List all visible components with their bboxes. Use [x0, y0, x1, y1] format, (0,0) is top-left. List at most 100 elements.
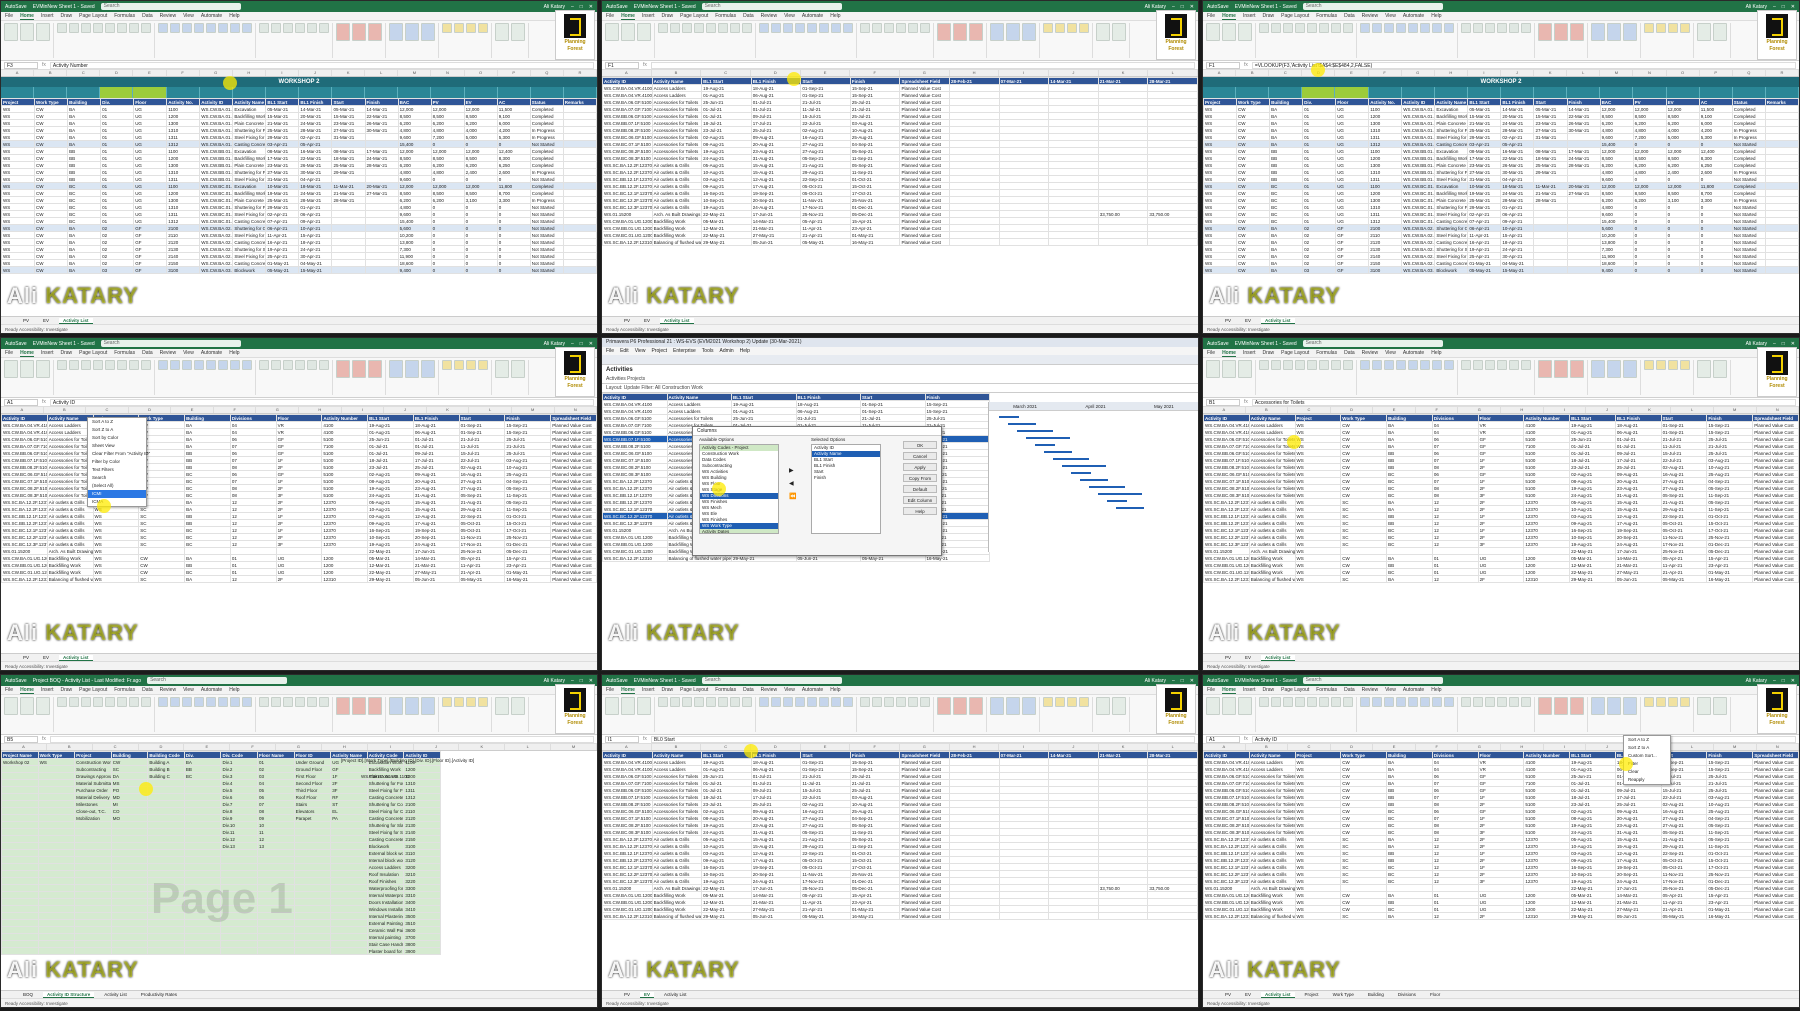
table-cell[interactable]: 01-Jul-21 — [1569, 449, 1616, 457]
table-cell[interactable]: 2100 — [1368, 224, 1403, 232]
table-cell[interactable]: Access Ladders — [1248, 421, 1296, 429]
table-cell[interactable]: Accessories for Toilets — [651, 133, 703, 141]
column-header-cell[interactable]: BL1 Start — [701, 77, 752, 85]
period-value-cell[interactable] — [1048, 863, 1099, 871]
alignment-button[interactable] — [819, 697, 829, 707]
table-cell[interactable]: WS.CW.BC.01.UG.1200 — [1401, 189, 1436, 197]
table-cell[interactable]: Completed — [529, 154, 564, 162]
period-value-cell[interactable] — [1097, 168, 1149, 176]
table-cell[interactable]: 15-Oct-21 — [1706, 856, 1754, 864]
table-row[interactable]: WS.SC.BB.12.1F.12370 Air outlets & Grills… — [1203, 512, 1799, 520]
table-cell[interactable]: 05-Apr-21 — [458, 554, 506, 562]
alignment-button[interactable] — [1432, 23, 1442, 33]
table-cell[interactable]: 20-Sep-21 — [750, 196, 802, 204]
table-cell[interactable] — [1764, 140, 1799, 148]
table-cell[interactable]: WS.CW.BA.02.GF.2140 — [1401, 252, 1436, 260]
filter-menu-item[interactable]: Filter by Color — [88, 458, 146, 466]
ribbon-tab-data[interactable]: Data — [1344, 13, 1355, 19]
table-cell[interactable]: WS.SC.BB.12.2F.12370 — [1203, 519, 1250, 527]
alignment-button[interactable] — [218, 23, 228, 33]
table-cell[interactable]: CW — [1236, 252, 1271, 260]
editing-button[interactable] — [1644, 697, 1654, 707]
table-cell[interactable]: 1310 — [403, 779, 441, 787]
cells-button[interactable] — [990, 697, 1004, 715]
table-cell[interactable] — [147, 926, 185, 934]
fx-icon[interactable]: fx — [1244, 62, 1248, 68]
table-cell[interactable]: BA — [1269, 224, 1304, 232]
table-cell[interactable]: 15-Jul-21 — [800, 786, 851, 794]
table-cell[interactable]: CW — [110, 758, 149, 766]
table-cell[interactable]: Accessories for Toilets — [1248, 484, 1296, 492]
table-row[interactable]: WS.CW.BA.04.VR.4100Access LaddersWSCWBA0… — [1203, 765, 1799, 773]
table-cell[interactable]: 8,500 — [1599, 154, 1634, 162]
table-cell[interactable]: 1200 — [1523, 554, 1571, 562]
table-cell[interactable]: SC — [138, 533, 186, 541]
table-cell[interactable]: Roof Insulation — [366, 870, 405, 878]
table-cell[interactable]: Completed — [1731, 119, 1766, 127]
table-row[interactable]: WSCWBB01UG1100WS.CW.BB.01.UG.1100Excavat… — [1, 147, 597, 155]
font-button[interactable] — [1319, 360, 1329, 370]
table-cell[interactable] — [293, 912, 332, 920]
table-cell[interactable]: 5100 — [1523, 477, 1571, 485]
table-cell[interactable]: WS.01.15200 — [602, 526, 668, 534]
table-cell[interactable]: CW — [1236, 238, 1271, 246]
period-value-cell[interactable] — [998, 189, 1050, 197]
table-cell[interactable]: 8,500 — [463, 154, 498, 162]
table-cell[interactable]: 14-Mar-21 — [1614, 891, 1662, 899]
column-header-cell[interactable]: 28-Mar-21 — [1147, 77, 1198, 85]
table-cell[interactable] — [1, 898, 39, 906]
table-cell[interactable]: 12-Mar-21 — [1569, 898, 1616, 906]
table-cell[interactable]: 6,200 — [1632, 196, 1667, 204]
table-cell[interactable]: BC — [67, 182, 102, 190]
table-cell[interactable]: BA — [1269, 266, 1304, 274]
period-value-cell[interactable] — [1097, 133, 1149, 141]
table-row[interactable]: WSCWBA02GF2150WS.CW.BA.02.GF.2150Casting… — [1, 259, 597, 267]
period-value-cell[interactable] — [998, 814, 1050, 822]
table-cell[interactable]: 0 — [463, 252, 498, 260]
table-cell[interactable]: 2F — [275, 533, 323, 541]
table-cell[interactable]: 2130 — [403, 821, 441, 829]
table-cell[interactable]: BC — [1386, 905, 1433, 913]
table-cell[interactable] — [293, 870, 332, 878]
table-row[interactable]: WS.CW.BB.07.1F.5100 Accessories for Toile… — [602, 793, 1198, 801]
styles-button[interactable] — [1570, 23, 1584, 41]
move-left-icon[interactable]: ◀ — [789, 480, 796, 487]
table-cell[interactable]: 2F — [275, 575, 323, 583]
table-cell[interactable]: 06 — [229, 449, 277, 457]
table-cell[interactable]: 05-Oct-21 — [1660, 863, 1708, 871]
table-cell[interactable] — [330, 863, 368, 871]
table-cell[interactable]: Air outlets & Grills — [1248, 863, 1296, 871]
number-button[interactable] — [1473, 697, 1483, 707]
table-cell[interactable]: BA — [1386, 891, 1433, 899]
table-cell[interactable]: WS.CW.BC.08.3F.5100 — [1, 491, 48, 499]
table-cell[interactable]: Planned Value Cost — [550, 491, 597, 499]
table-cell[interactable]: Planned Value Cost — [1752, 484, 1799, 492]
period-value-cell[interactable] — [1048, 835, 1099, 843]
table-cell[interactable]: CW — [34, 266, 69, 274]
ribbon-tab-review[interactable]: Review — [160, 687, 176, 693]
table-cell[interactable]: 17-Jun-21 — [1614, 884, 1662, 892]
table-cell[interactable]: 01-Oct-21 — [849, 175, 901, 183]
ribbon-tab-draw[interactable]: Draw — [60, 13, 72, 19]
table-cell[interactable]: SC — [138, 519, 186, 527]
table-cell[interactable]: First Floor — [293, 772, 332, 780]
table-cell[interactable]: WS.SC.BB.12.1F.12370 — [1, 512, 48, 520]
table-cell[interactable]: BB — [1386, 561, 1433, 569]
name-box[interactable]: F1 — [1206, 61, 1240, 69]
table-cell[interactable] — [1533, 231, 1568, 239]
sheet-tab-activity-list[interactable]: Activity List — [59, 317, 93, 324]
table-cell[interactable]: 12,000 — [1665, 182, 1700, 190]
font-button[interactable] — [93, 697, 103, 707]
column-header[interactable]: E — [1335, 70, 1369, 76]
table-cell[interactable] — [74, 828, 112, 836]
table-cell[interactable]: 21-Aug-21 — [1660, 498, 1708, 506]
table-cell[interactable]: 0 — [463, 224, 498, 232]
period-value-cell[interactable] — [1048, 821, 1099, 829]
period-value-cell[interactable] — [998, 119, 1050, 127]
table-cell[interactable]: Planned Value Cost — [899, 105, 951, 113]
number-button[interactable] — [896, 23, 906, 33]
table-cell[interactable] — [1764, 175, 1799, 183]
period-value-cell[interactable] — [998, 224, 1050, 232]
table-cell[interactable]: 20-Aug-21 — [1614, 477, 1662, 485]
table-row[interactable]: Subcontracting SC Building B BB Div.2 02 Groun… — [1, 765, 441, 773]
